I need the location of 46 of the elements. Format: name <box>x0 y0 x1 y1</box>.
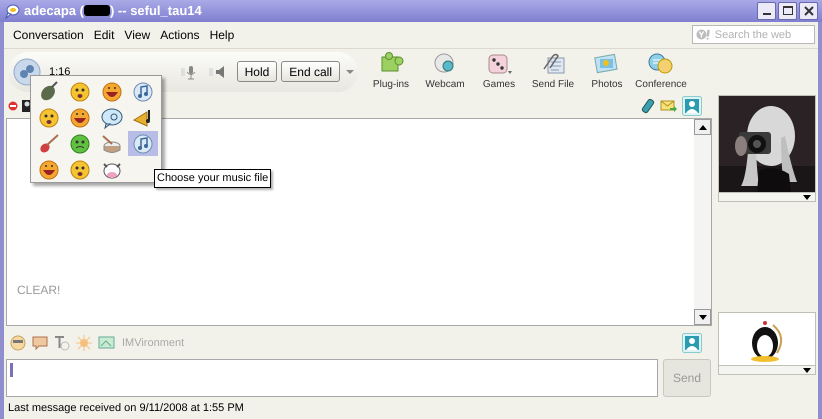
search-field[interactable]: Search the web <box>714 26 811 44</box>
text-format-icon[interactable] <box>54 335 70 352</box>
x-icon <box>804 6 814 16</box>
toolbar-button[interactable]: Games <box>474 51 524 92</box>
down-arrow-icon[interactable] <box>698 314 706 320</box>
speech-bubble-icon[interactable] <box>32 335 48 352</box>
music-file-tooltip: Choose your music file <box>154 169 272 188</box>
chat-bubble-icon <box>4 2 20 19</box>
message-text: CLEAR! <box>17 282 62 300</box>
caret-icon <box>803 194 811 200</box>
toolbar-button[interactable]: Plug-ins <box>366 51 416 92</box>
call-timer: 1:16 <box>49 64 70 80</box>
toolbar-button[interactable]: Conference <box>636 51 686 92</box>
menu-item[interactable]: Conversation <box>9 26 88 44</box>
block-icon[interactable] <box>8 101 18 112</box>
scrollbar[interactable] <box>694 119 711 326</box>
maximize-button[interactable] <box>778 2 797 20</box>
window-title: adecapa ( <box>24 2 84 20</box>
conference-icon <box>647 51 675 76</box>
text-cursor <box>10 363 13 378</box>
status-text: Last message received on 9/11/2008 at 1:55 PM <box>8 400 244 416</box>
window-title: ) -- seful_tau14 <box>110 2 202 20</box>
search-box[interactable]: Search the web <box>692 25 815 44</box>
menu-item[interactable]: Edit <box>90 26 118 44</box>
toolbar-button[interactable]: Send File <box>528 51 578 92</box>
music-note-icon[interactable] <box>128 131 158 156</box>
menu-item[interactable]: Actions <box>156 26 204 44</box>
speaker-icon[interactable] <box>208 64 227 80</box>
toolbar-button[interactable]: Webcam <box>420 51 470 92</box>
message-input[interactable] <box>6 359 658 398</box>
yahoo-logo-icon <box>696 28 713 42</box>
contact-icon[interactable] <box>682 333 702 354</box>
close-button[interactable] <box>799 2 818 20</box>
up-arrow-icon[interactable] <box>698 124 706 130</box>
contact-icon[interactable] <box>682 96 702 116</box>
caret-icon[interactable] <box>346 68 354 75</box>
dropdown-button[interactable] <box>719 192 815 202</box>
toolbar-button[interactable]: Photos <box>582 51 632 92</box>
emoticon-icon[interactable] <box>10 335 26 352</box>
caret-icon <box>803 368 811 373</box>
hold-button[interactable]: Hold <box>236 61 278 82</box>
menu-item[interactable]: View <box>120 26 154 44</box>
dropdown-button[interactable] <box>719 365 815 374</box>
menu-item[interactable]: Help <box>206 26 238 44</box>
end-call-button[interactable]: End call <box>281 61 340 82</box>
minimize-button[interactable] <box>757 2 776 20</box>
